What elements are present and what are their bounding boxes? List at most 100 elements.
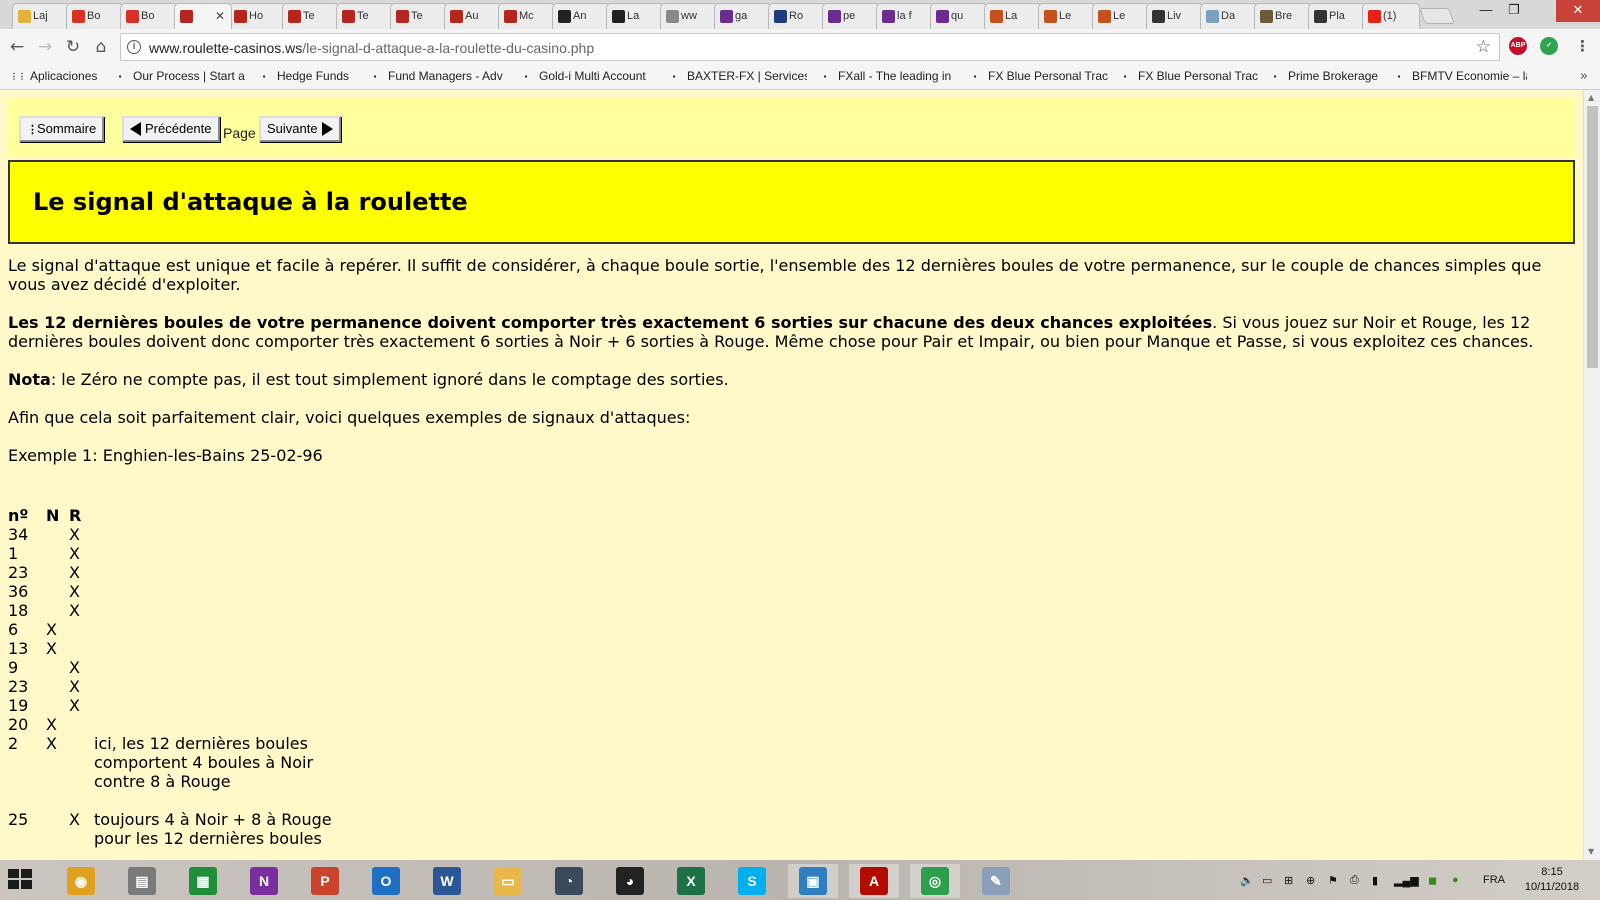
chrome-app[interactable]: ◎ (910, 864, 960, 898)
page-label: Page (223, 125, 256, 141)
reload-button[interactable]: ↻ (62, 36, 84, 58)
powerpoint-app[interactable]: P (300, 864, 350, 898)
leaf-icon[interactable]: ● (1452, 874, 1459, 886)
tab[interactable]: Laj (12, 3, 70, 29)
bookmark-item[interactable]: ▪ Prime Brokerage (1268, 69, 1380, 86)
bookmark-item[interactable]: ▪ Hedge Funds (257, 69, 357, 86)
sommaire-button[interactable]: ⋮Sommaire (19, 116, 105, 142)
tab[interactable]: Liv (1146, 3, 1204, 29)
bookmark-item[interactable]: ▪ Gold-i Multi Account (519, 69, 657, 86)
bookmark-item[interactable]: ⋮⋮ Aplicaciones (10, 69, 102, 86)
hootsuite-app[interactable]: ◔ (544, 864, 594, 898)
bookmark-label: BAXTER-FX | Services (687, 69, 807, 83)
calculator-app[interactable]: ▦ (178, 864, 228, 898)
flag-icon[interactable]: ⚑ (1328, 874, 1338, 887)
onenote-app[interactable]: N (239, 864, 289, 898)
battery-icon[interactable]: ▮ (1372, 874, 1378, 887)
browser-menu-icon[interactable]: ⋮ (1575, 37, 1590, 55)
maximize-button[interactable]: ❐ (1500, 0, 1528, 22)
acrobat-app[interactable]: A (849, 864, 899, 898)
baxter-icon: ▪ (672, 72, 676, 81)
signal-icon[interactable]: ▂▄▆ (1394, 874, 1419, 887)
tab[interactable]: Bo (120, 3, 178, 29)
excel-app[interactable]: X (666, 864, 716, 898)
paint-app[interactable]: ✎ (971, 864, 1021, 898)
tab[interactable]: ga (714, 3, 772, 29)
info-icon[interactable]: i (127, 40, 141, 54)
bookmark-item[interactable]: ▪ FX Blue Personal Trac (968, 69, 1108, 86)
home-button[interactable]: ⌂ (90, 36, 112, 58)
tab[interactable]: qu (930, 3, 988, 29)
bookmark-item[interactable]: ▪ FXall - The leading in (818, 69, 958, 86)
tab-title: (1) (1383, 10, 1397, 22)
chrome-canary-app[interactable]: ◉ (56, 864, 106, 898)
bookmark-item[interactable]: ▪ Our Process | Start a (113, 69, 247, 86)
scroll-down-icon[interactable]: ▼ (1588, 847, 1594, 856)
tab-title: An (573, 10, 587, 22)
suivante-button[interactable]: Suivante (259, 116, 341, 142)
tab-active[interactable]: ✕ (174, 3, 232, 29)
tab[interactable]: (1) (1362, 3, 1420, 29)
tray-window-icon[interactable]: ▭ (1262, 874, 1272, 887)
tray-sync-icon[interactable]: ⊕ (1306, 874, 1315, 887)
bookmark-item[interactable]: ▪ BFMTV Economie – la (1392, 69, 1527, 86)
clock-date: 10/11/2018 (1524, 881, 1580, 893)
tab[interactable]: Ho (228, 3, 286, 29)
page-title: Le signal d'attaque à la roulette (33, 188, 468, 216)
minimize-button[interactable]: — (1472, 0, 1500, 22)
tab[interactable]: La (984, 3, 1042, 29)
speaker-icon[interactable]: 🔈 (1240, 874, 1254, 887)
bookmark-label: Gold-i Multi Account (539, 69, 646, 83)
close-window-button[interactable]: ✕ (1556, 0, 1600, 22)
tab[interactable]: Bre (1254, 3, 1312, 29)
tab[interactable]: Le (1038, 3, 1096, 29)
scanner-app[interactable]: ▤ (117, 864, 167, 898)
control-panel-app[interactable]: ▣ (788, 864, 838, 898)
page-scrollbar[interactable]: ▲ ▼ (1583, 90, 1600, 860)
printer-icon[interactable]: ⎙ (1350, 874, 1359, 887)
tab[interactable]: An (552, 3, 610, 29)
tray-network-icon[interactable]: ⊞ (1284, 874, 1293, 887)
back-button[interactable]: ← (6, 36, 28, 58)
tab[interactable]: la f (876, 3, 934, 29)
bookmark-item[interactable]: ▪ Fund Managers - Adv (368, 69, 508, 86)
address-bar[interactable]: i www.roulette-casinos.ws/le-signal-d-at… (120, 33, 1500, 61)
tab[interactable]: Au (444, 3, 502, 29)
tab-strip: Laj Bo Bo ✕ Ho Te Te Te Au Mc An La ww ga Ro pe la f qu La… (0, 0, 1600, 29)
scrollbar-thumb[interactable] (1587, 106, 1598, 368)
clock[interactable]: 8:15 10/11/2018 (1522, 865, 1582, 895)
adblock-icon[interactable]: ABP (1509, 37, 1527, 55)
tab[interactable]: Te (390, 3, 448, 29)
file-explorer-app[interactable]: ▭ (483, 864, 533, 898)
tab[interactable]: pe (822, 3, 880, 29)
bookmark-item[interactable]: ▪ FX Blue Personal Trac (1118, 69, 1258, 86)
nvidia-icon[interactable]: ◼ (1428, 874, 1437, 887)
bookmark-item[interactable]: ▪ BAXTER-FX | Services (667, 69, 807, 86)
tab[interactable]: La (606, 3, 664, 29)
new-tab-button[interactable] (1419, 8, 1455, 24)
tab[interactable]: Te (336, 3, 394, 29)
tab[interactable]: Ro (768, 3, 826, 29)
precedente-button[interactable]: Précédente (122, 116, 220, 142)
scroll-up-icon[interactable]: ▲ (1588, 93, 1594, 102)
owl-app[interactable]: ◕ (605, 864, 655, 898)
forward-button[interactable]: → (34, 36, 56, 58)
cat-icon (1206, 10, 1219, 23)
bookmark-star-icon[interactable]: ☆ (1476, 37, 1491, 57)
bookmarks-overflow-button[interactable]: » (1580, 69, 1588, 84)
tab[interactable]: Pla (1308, 3, 1366, 29)
tab[interactable]: ww (660, 3, 718, 29)
start-button[interactable] (8, 869, 40, 891)
tab[interactable]: Mc (498, 3, 556, 29)
url-text[interactable]: www.roulette-casinos.ws/le-signal-d-atta… (149, 40, 594, 56)
close-tab-icon[interactable]: ✕ (215, 9, 225, 23)
word-app[interactable]: W (422, 864, 472, 898)
language-indicator[interactable]: FRA (1483, 874, 1505, 886)
tab[interactable]: Da (1200, 3, 1258, 29)
outlook-app[interactable]: O (361, 864, 411, 898)
tab[interactable]: Bo (66, 3, 124, 29)
tab[interactable]: Le (1092, 3, 1150, 29)
check-icon[interactable]: ✓ (1540, 37, 1558, 55)
skype-app[interactable]: S (727, 864, 777, 898)
tab[interactable]: Te (282, 3, 340, 29)
